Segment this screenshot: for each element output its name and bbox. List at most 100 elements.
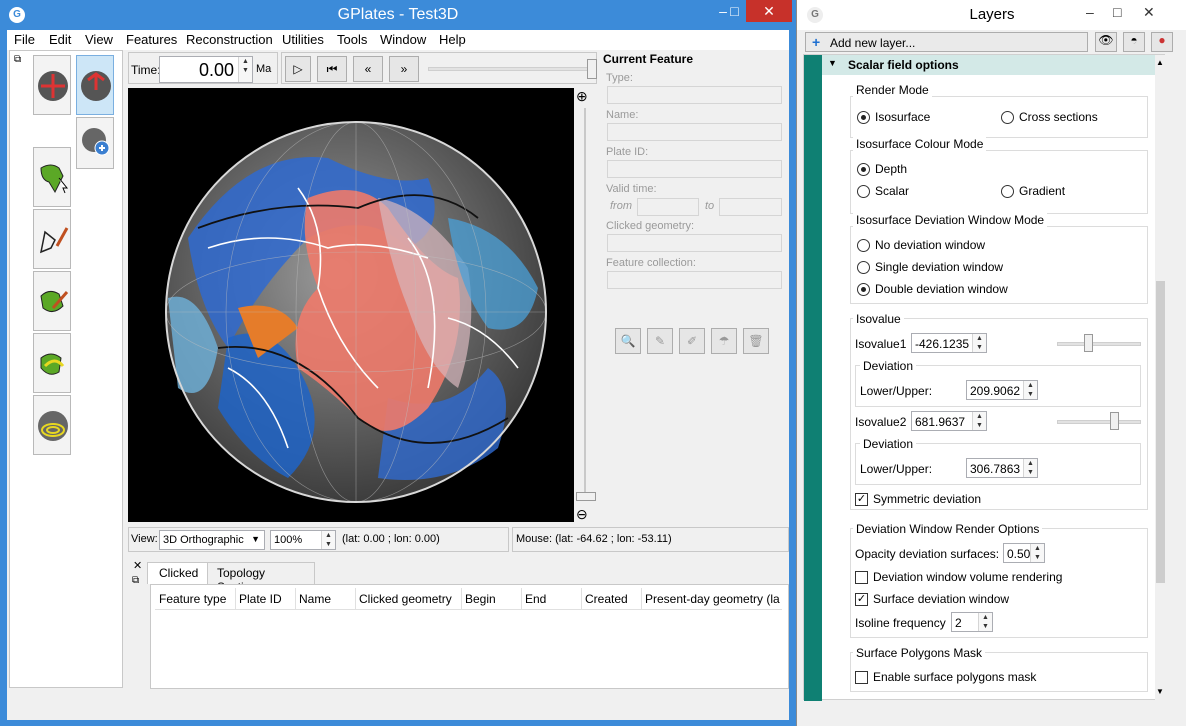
scrollbar-thumb[interactable] <box>1156 281 1165 583</box>
menu-reconstruction[interactable]: Reconstruction <box>186 32 273 47</box>
gradient-radio[interactable] <box>1001 185 1014 198</box>
layers-close-button[interactable]: ✕ <box>1143 4 1155 21</box>
reset-animation-button[interactable]: ⏮ <box>317 56 347 82</box>
zoom-spinner[interactable]: ▲ ▼ <box>321 531 335 549</box>
deviation1-input[interactable]: 209.9062 ▲ ▼ <box>966 380 1038 400</box>
col-plate-id[interactable]: Plate ID <box>239 592 282 606</box>
time-slider[interactable] <box>428 67 588 71</box>
isoline-frequency-input[interactable]: 2 ▲ ▼ <box>951 612 993 632</box>
digitise-tool[interactable] <box>33 209 71 269</box>
play-button[interactable]: ▷ <box>285 56 311 82</box>
isovalue1-spinner[interactable]: ▲ ▼ <box>972 334 986 352</box>
col-present-day-geometry[interactable]: Present-day geometry (la <box>645 592 780 606</box>
show-layers-button[interactable]: 👁 <box>1095 32 1117 52</box>
deviation2-spinner[interactable]: ▲ ▼ <box>1023 459 1037 477</box>
cross-sections-radio[interactable] <box>1001 111 1014 124</box>
add-new-layer-button[interactable]: + Add new layer... <box>805 32 1088 52</box>
close-dock-icon[interactable]: ✕ <box>133 559 142 572</box>
small-circle-tool[interactable] <box>33 395 71 455</box>
layers-scrollbar[interactable]: ▲ ▼ <box>1155 55 1166 701</box>
menu-utilities[interactable]: Utilities <box>282 32 324 47</box>
enable-mask-checkbox[interactable] <box>855 671 868 684</box>
float-dock-icon[interactable]: ⧉ <box>14 54 21 65</box>
choose-feature-tool[interactable] <box>33 147 71 207</box>
depth-radio[interactable] <box>857 163 870 176</box>
isovalue2-spinner[interactable]: ▲ ▼ <box>972 412 986 430</box>
layers-maximize-button[interactable]: □ <box>1113 4 1121 20</box>
move-vertex-button[interactable]: ✐ <box>679 328 705 354</box>
menu-window[interactable]: Window <box>380 32 426 47</box>
globe-canvas[interactable] <box>128 88 574 522</box>
surface-deviation-checkbox[interactable]: ✓ <box>855 593 868 606</box>
time-slider-thumb[interactable] <box>587 59 597 79</box>
isovalue1-slider-thumb[interactable] <box>1084 334 1094 352</box>
col-created[interactable]: Created <box>585 592 628 606</box>
topology-tool[interactable] <box>33 333 71 393</box>
colour-palette-button[interactable]: ● <box>1151 32 1173 52</box>
isovalue1-input[interactable]: -426.1235 ▲ ▼ <box>911 333 987 353</box>
zoom-globe-tool[interactable] <box>76 117 114 169</box>
zoom-out-icon[interactable]: ⊖ <box>576 506 588 523</box>
col-sep <box>521 588 522 610</box>
volume-rendering-checkbox[interactable] <box>855 571 868 584</box>
symmetric-deviation-checkbox[interactable]: ✓ <box>855 493 868 506</box>
col-clicked-geometry[interactable]: Clicked geometry <box>359 592 452 606</box>
isovalue1-slider[interactable] <box>1057 342 1141 346</box>
float-dock-icon-bottom[interactable]: ⧉ <box>132 575 139 586</box>
step-back-button[interactable]: « <box>353 56 383 82</box>
drag-globe-alt-tool[interactable] <box>76 55 114 115</box>
menu-edit[interactable]: Edit <box>49 32 71 47</box>
isovalue2-slider[interactable] <box>1057 420 1141 424</box>
scalar-radio[interactable] <box>857 185 870 198</box>
col-end[interactable]: End <box>525 592 546 606</box>
scalar-field-section-header[interactable]: ▼ Scalar field options <box>822 55 1155 75</box>
no-deviation-radio[interactable] <box>857 239 870 252</box>
step-forward-button[interactable]: » <box>389 56 419 82</box>
time-spinner[interactable]: ▲ ▼ <box>238 57 252 82</box>
edit-feature-button[interactable]: ✎ <box>647 328 673 354</box>
zoom-slider-thumb[interactable] <box>576 492 596 501</box>
clicked-geometry-label: Clicked geometry: <box>606 220 695 232</box>
double-deviation-radio[interactable] <box>857 283 870 296</box>
window-title: GPlates - Test3D <box>337 6 459 23</box>
isovalue2-slider-thumb[interactable] <box>1110 412 1120 430</box>
edit-geometry-tool[interactable] <box>33 271 71 331</box>
projection-select[interactable]: 3D Orthographic ▼ <box>159 530 265 550</box>
menu-help[interactable]: Help <box>439 32 466 47</box>
menu-tools[interactable]: Tools <box>337 32 367 47</box>
opacity-input[interactable]: 0.50 ▲ ▼ <box>1003 543 1045 563</box>
drag-globe-tool[interactable] <box>33 55 71 115</box>
maximize-button[interactable]: □ <box>723 0 746 22</box>
col-begin[interactable]: Begin <box>465 592 496 606</box>
query-feature-button[interactable]: 🔍 <box>615 328 641 354</box>
isosurface-radio[interactable] <box>857 111 870 124</box>
scroll-down-icon[interactable]: ▼ <box>1156 687 1164 696</box>
zoom-slider-track[interactable] <box>584 108 586 500</box>
isovalue2-input[interactable]: 681.9637 ▲ ▼ <box>911 411 987 431</box>
deviation1-spinner[interactable]: ▲ ▼ <box>1023 381 1037 399</box>
deviation-mode-group: No deviation window Single deviation win… <box>850 226 1148 304</box>
scroll-up-icon[interactable]: ▲ <box>1156 58 1164 67</box>
menu-file[interactable]: File <box>14 32 35 47</box>
zoom-percent-input[interactable]: 100% ▲ ▼ <box>270 530 336 550</box>
menu-features[interactable]: Features <box>126 32 177 47</box>
clicked-table[interactable]: Feature type Plate ID Name Clicked geome… <box>150 584 789 689</box>
close-button[interactable]: ✕ <box>746 0 792 22</box>
zoom-in-icon[interactable]: ⊕ <box>576 88 588 105</box>
opacity-spinner[interactable]: ▲ ▼ <box>1030 544 1044 562</box>
layers-minimize-button[interactable]: – <box>1086 4 1094 20</box>
menu-view[interactable]: View <box>85 32 113 47</box>
col-feature-type[interactable]: Feature type <box>159 592 226 606</box>
time-input[interactable]: 0.00 ▲ ▼ <box>159 56 253 83</box>
tab-topology-sections[interactable]: Topology Sections <box>207 562 315 594</box>
deviation2-input[interactable]: 306.7863 ▲ ▼ <box>966 458 1038 478</box>
single-deviation-radio[interactable] <box>857 261 870 274</box>
clone-feature-button[interactable]: ☂ <box>711 328 737 354</box>
drag-globe-icon <box>38 71 68 101</box>
from-label: from <box>610 200 632 212</box>
small-circle-icon <box>38 411 68 441</box>
isoline-spinner[interactable]: ▲ ▼ <box>978 613 992 631</box>
delete-feature-button[interactable]: 🗑 <box>743 328 769 354</box>
layer-options-button[interactable]: ◓ <box>1123 32 1145 52</box>
col-name[interactable]: Name <box>299 592 331 606</box>
